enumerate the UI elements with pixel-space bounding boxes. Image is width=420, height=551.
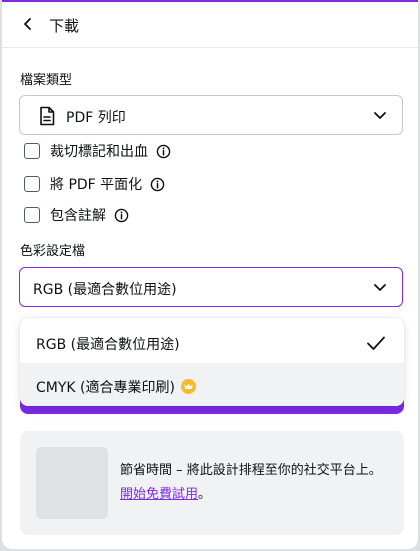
document-icon (40, 106, 55, 126)
info-icon[interactable] (114, 208, 129, 223)
chevron-down-icon (374, 284, 386, 291)
color-option-rgb-label: RGB (最適合數位用途) (36, 337, 180, 353)
flatten-pdf-label: 將 PDF 平面化 (50, 177, 143, 193)
color-profile-dropdown: RGB (最適合數位用途) CMYK (適合專業印刷) (20, 318, 404, 406)
chevron-down-icon (374, 112, 386, 119)
file-type-select[interactable]: PDF 列印 (19, 95, 403, 135)
crown-icon (180, 379, 196, 394)
chevron-left-icon (24, 18, 31, 30)
panel-title: 下載 (49, 17, 80, 35)
include-notes-checkbox-row[interactable]: 包含註解 (24, 205, 129, 225)
file-type-value: PDF 列印 (66, 110, 126, 126)
info-icon[interactable] (156, 144, 171, 159)
crop-marks-checkbox-row[interactable]: 裁切標記和出血 (24, 141, 171, 161)
color-option-cmyk-label: CMYK (適合專業印刷) (36, 380, 175, 396)
crop-marks-checkbox[interactable] (24, 143, 40, 159)
flatten-pdf-checkbox[interactable] (24, 176, 40, 192)
promo-text: 節省時間 – 將此設計排程至你的社交平台上。開始免費試用。 (120, 463, 382, 502)
file-type-label: 檔案類型 (20, 73, 73, 88)
promo-thumbnail (36, 447, 108, 519)
color-profile-label: 色彩設定檔 (20, 244, 86, 259)
free-trial-link[interactable]: 開始免費試用 (120, 487, 198, 502)
back-button[interactable] (16, 12, 40, 36)
checkmark-icon (367, 336, 385, 350)
promo-card: 節省時間 – 將此設計排程至你的社交平台上。開始免費試用。 (20, 431, 404, 535)
color-profile-value: RGB (最適合數位用途) (33, 282, 177, 298)
color-profile-select[interactable]: RGB (最適合數位用途) (19, 267, 403, 307)
include-notes-checkbox[interactable] (24, 207, 40, 223)
crop-marks-label: 裁切標記和出血 (50, 144, 148, 160)
color-option-cmyk[interactable]: CMYK (適合專業印刷) (20, 363, 404, 406)
flatten-pdf-checkbox-row[interactable]: 將 PDF 平面化 (24, 174, 165, 194)
color-option-rgb[interactable]: RGB (最適合數位用途) (20, 320, 404, 364)
info-icon[interactable] (150, 177, 165, 192)
download-panel: 下載 檔案類型 PDF 列印 裁切標記和出血 將 PDF 平面化 包含註解 色彩… (2, 0, 418, 549)
include-notes-label: 包含註解 (50, 208, 106, 224)
panel-header: 下載 (2, 2, 418, 48)
